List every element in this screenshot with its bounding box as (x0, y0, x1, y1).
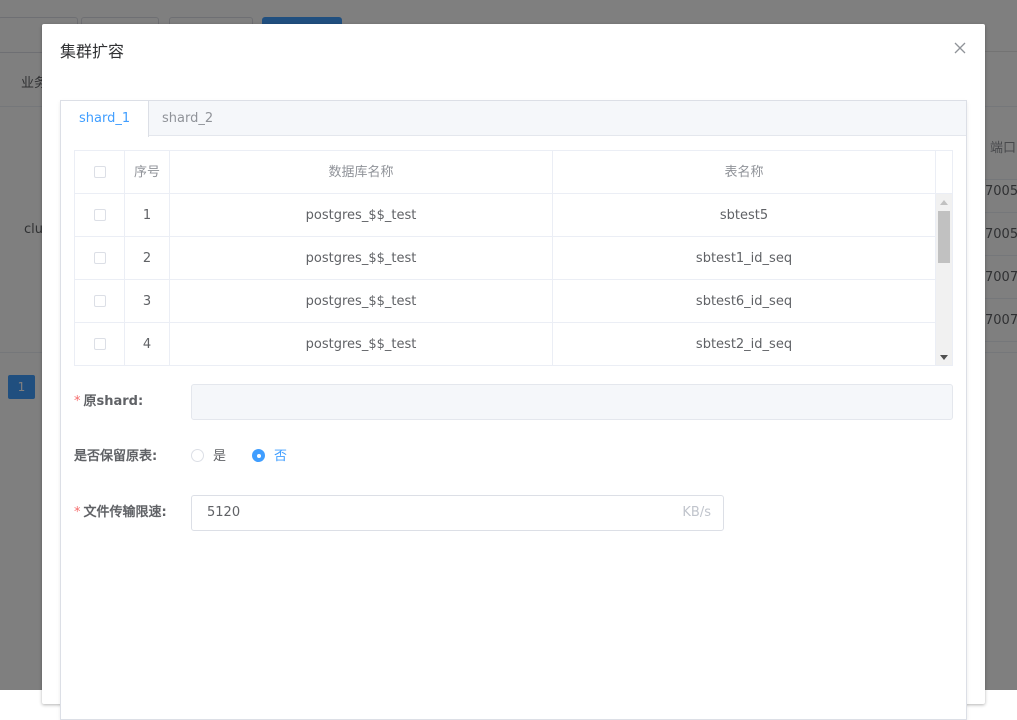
select-all-checkbox[interactable] (93, 165, 106, 178)
table-row[interactable]: 3 postgres_$$_test sbtest6_id_seq (75, 280, 936, 323)
scroll-up-icon[interactable] (940, 200, 948, 205)
row-database: postgres_$$_test (170, 237, 553, 280)
tabs-header: shard_1 shard_2 (61, 101, 966, 137)
row-table: sbtest1_id_seq (553, 237, 936, 280)
cluster-expand-dialog: 集群扩容 shard_1 shard_2 序号 数据库名称 表名称 1 post… (42, 24, 985, 720)
scroll-down-icon[interactable] (940, 355, 948, 360)
transfer-rate-input[interactable]: 5120 KB/s (191, 495, 724, 531)
required-mark: * (74, 394, 81, 409)
label-text: 文件传输限速: (83, 505, 167, 520)
table-list: 序号 数据库名称 表名称 1 postgres_$$_test sbtest5 … (74, 150, 953, 366)
select-all-cell (75, 151, 125, 194)
required-mark: * (74, 505, 81, 520)
row-table: sbtest2_id_seq (553, 323, 936, 365)
column-header-table: 表名称 (553, 151, 936, 194)
row-table: sbtest6_id_seq (553, 280, 936, 323)
row-checkbox-cell (75, 237, 125, 280)
transfer-rate-value: 5120 (207, 505, 241, 520)
radio-label: 否 (274, 449, 288, 464)
radio-label: 是 (213, 449, 227, 464)
row-checkbox[interactable] (93, 294, 106, 307)
table-body[interactable]: 1 postgres_$$_test sbtest5 2 postgres_$$… (75, 194, 936, 365)
table-row[interactable]: 4 postgres_$$_test sbtest2_id_seq (75, 323, 936, 365)
table-row[interactable]: 2 postgres_$$_test sbtest1_id_seq (75, 237, 936, 280)
dialog-title: 集群扩容 (60, 42, 125, 61)
label-text: 原shard: (83, 394, 144, 409)
row-checkbox[interactable] (93, 251, 106, 264)
column-header-database: 数据库名称 (170, 151, 553, 194)
shard-tabs: shard_1 shard_2 序号 数据库名称 表名称 1 postgres_… (60, 100, 967, 720)
radio-dot (252, 449, 265, 462)
row-index: 3 (125, 280, 170, 323)
transfer-rate-label: * 文件传输限速: (74, 495, 167, 531)
row-index: 2 (125, 237, 170, 280)
source-shard-label: * 原shard: (74, 384, 143, 420)
table-row[interactable]: 1 postgres_$$_test sbtest5 (75, 194, 936, 237)
tab-label: shard_1 (79, 111, 131, 126)
row-checkbox[interactable] (93, 337, 106, 350)
transfer-rate-unit: KB/s (682, 505, 711, 520)
row-database: postgres_$$_test (170, 280, 553, 323)
row-checkbox[interactable] (93, 208, 106, 221)
row-checkbox-cell (75, 323, 125, 365)
row-database: postgres_$$_test (170, 323, 553, 365)
row-checkbox-cell (75, 194, 125, 237)
row-table: sbtest5 (553, 194, 936, 237)
close-icon[interactable] (953, 41, 967, 55)
row-index: 1 (125, 194, 170, 237)
tab-label: shard_2 (162, 111, 214, 126)
radio-keep-no[interactable]: 否 (252, 439, 287, 475)
tab-shard-2[interactable]: shard_2 (144, 101, 231, 136)
radio-keep-yes[interactable]: 是 (191, 439, 226, 475)
row-checkbox-cell (75, 280, 125, 323)
table-header: 序号 数据库名称 表名称 (75, 151, 952, 194)
table-scrollbar[interactable] (936, 194, 952, 365)
row-index: 4 (125, 323, 170, 365)
scroll-thumb[interactable] (938, 211, 950, 263)
column-header-index: 序号 (125, 151, 170, 194)
tab-shard-1[interactable]: shard_1 (61, 101, 150, 137)
source-shard-input[interactable] (191, 384, 953, 420)
keep-table-label: 是否保留原表: (74, 449, 158, 464)
row-database: postgres_$$_test (170, 194, 553, 237)
radio-dot (191, 449, 204, 462)
